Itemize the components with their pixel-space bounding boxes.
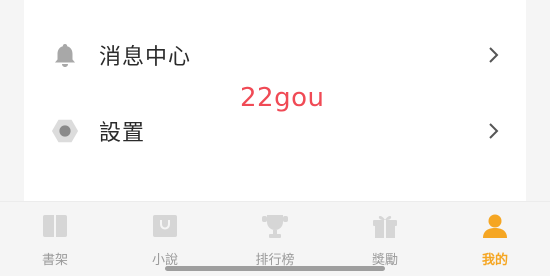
book-icon (39, 210, 71, 242)
tab-novel[interactable]: 小說 (110, 202, 220, 276)
tab-me[interactable]: 我的 (440, 202, 550, 276)
chevron-right-icon (486, 121, 502, 141)
bag-icon (149, 210, 181, 242)
chevron-right-icon (486, 45, 502, 65)
tab-ranking[interactable]: 排行榜 (220, 202, 330, 276)
bottom-tab-bar: 書架 小說 排行榜 獎勵 我的 (0, 201, 550, 276)
tab-rewards[interactable]: 獎勵 (330, 202, 440, 276)
bell-icon (51, 41, 79, 69)
tab-label: 書架 (41, 253, 68, 268)
menu-item-label: 消息中心 (99, 45, 192, 70)
trophy-icon (259, 210, 291, 242)
watermark-text: 22gou (240, 83, 325, 113)
menu-item-message-center[interactable]: 消息中心 (24, 27, 526, 83)
gift-icon (369, 210, 401, 242)
tab-bookshelf[interactable]: 書架 (0, 202, 110, 276)
menu-item-label: 設置 (99, 121, 146, 146)
gear-icon (51, 117, 79, 145)
user-icon (479, 210, 511, 242)
home-indicator[interactable] (165, 266, 385, 271)
tab-label: 我的 (481, 253, 508, 268)
